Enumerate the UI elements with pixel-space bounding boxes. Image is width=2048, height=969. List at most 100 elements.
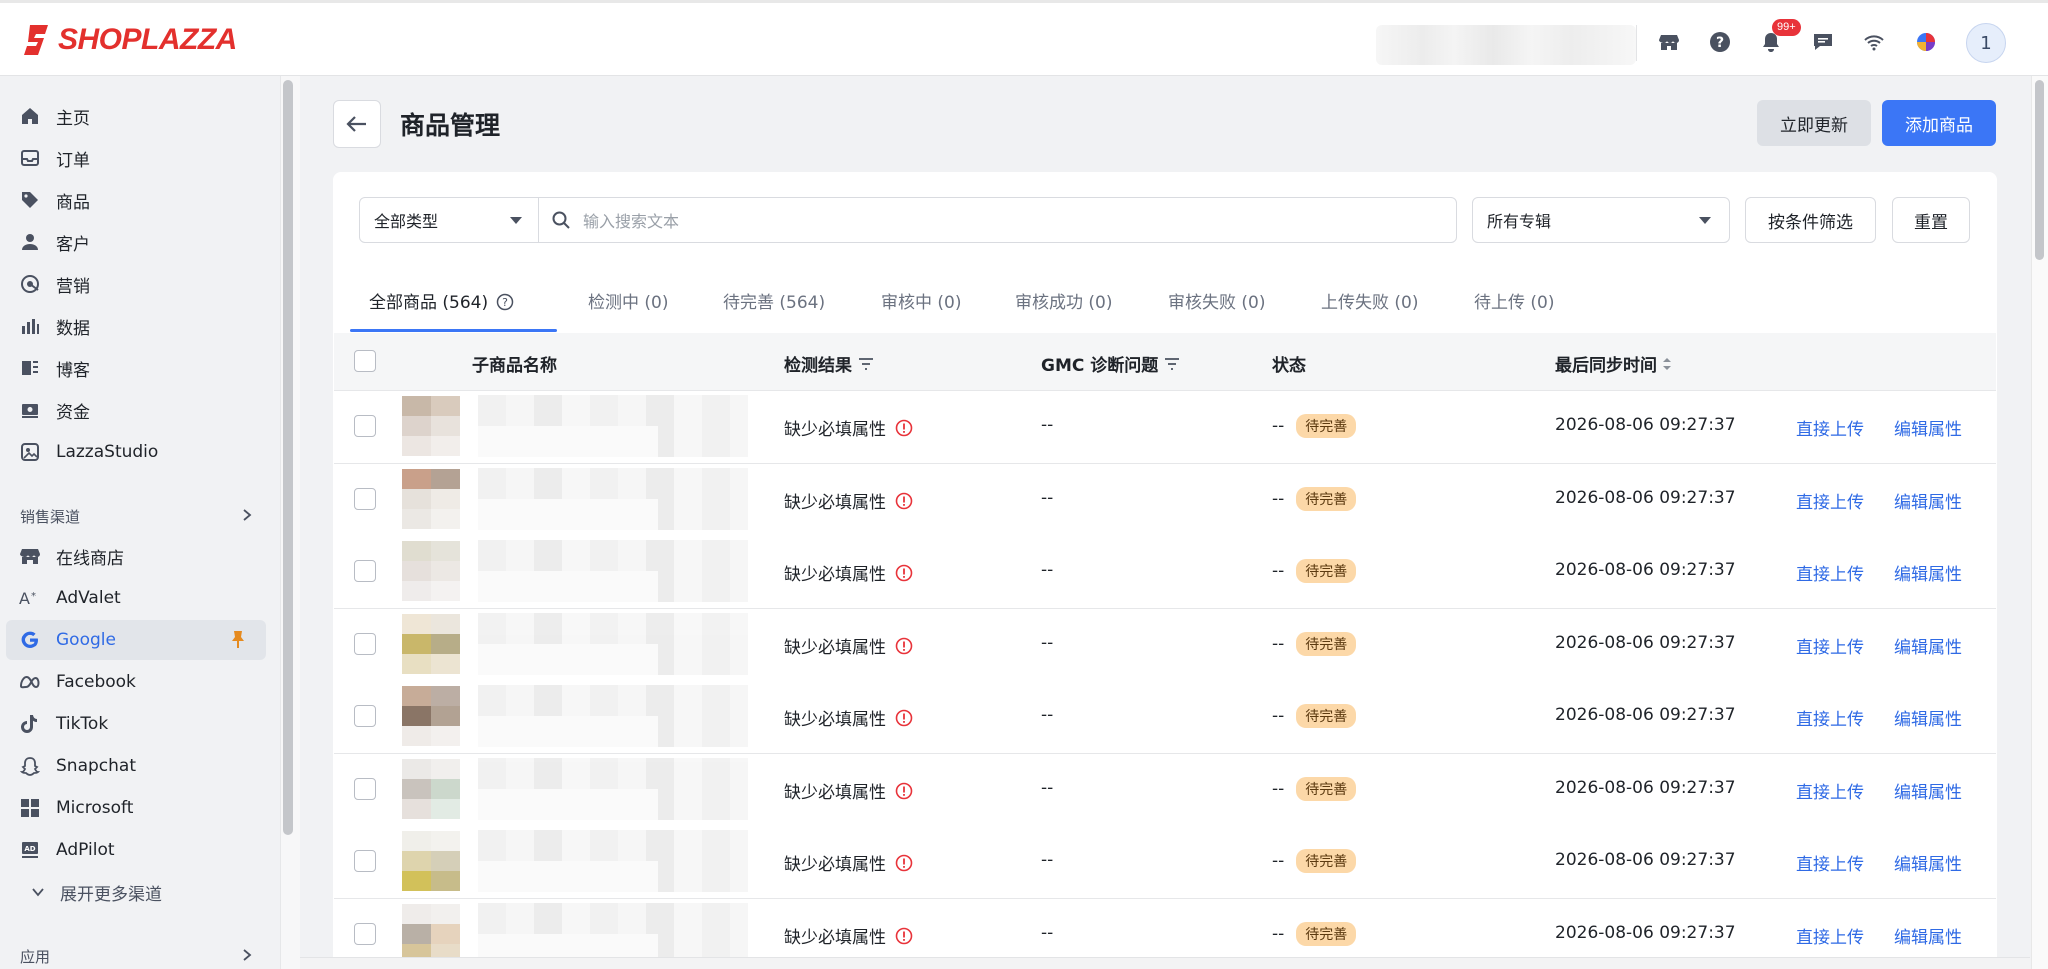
column-synced-header[interactable]: 最后同步时间: [1555, 351, 1672, 376]
info-warning-icon[interactable]: [895, 637, 913, 655]
edit-attributes-link[interactable]: 编辑属性: [1894, 705, 1962, 730]
pin-icon[interactable]: [230, 630, 246, 654]
top-bar: SHOPLAZZA ? 99+ 1: [0, 0, 2048, 76]
chat-icon[interactable]: [1809, 28, 1837, 56]
reset-button[interactable]: 重置: [1892, 197, 1970, 243]
direct-upload-link[interactable]: 直接上传: [1796, 633, 1864, 658]
row-checkbox[interactable]: [354, 560, 376, 582]
row-checkbox[interactable]: [354, 415, 376, 437]
filter-icon[interactable]: [1164, 357, 1180, 370]
sidebar-scrollbar[interactable]: [283, 80, 293, 835]
back-button[interactable]: [333, 100, 381, 148]
edit-attributes-link[interactable]: 编辑属性: [1894, 633, 1962, 658]
store-icon[interactable]: [1655, 28, 1683, 56]
status-cell: -- 待完善: [1272, 559, 1357, 583]
info-warning-icon[interactable]: [895, 854, 913, 872]
help-circle-icon[interactable]: ?: [496, 293, 514, 311]
tab-to-upload[interactable]: 待上传 (0): [1474, 288, 1554, 313]
tab-review-failed[interactable]: 审核失败 (0): [1168, 288, 1265, 313]
status-cell: -- 待完善: [1272, 849, 1357, 873]
sidebar-item-tiktok[interactable]: TikTok: [6, 704, 266, 744]
row-checkbox[interactable]: [354, 778, 376, 800]
row-checkbox[interactable]: [354, 850, 376, 872]
sidebar-item-finance[interactable]: 资金: [6, 390, 266, 430]
sidebar-item-snapchat[interactable]: Snapchat: [6, 746, 266, 786]
row-checkbox[interactable]: [354, 488, 376, 510]
direct-upload-link[interactable]: 直接上传: [1796, 923, 1864, 948]
help-icon[interactable]: ?: [1706, 28, 1734, 56]
search-input[interactable]: 输入搜索文本: [538, 197, 1457, 243]
tab-reviewing[interactable]: 审核中 (0): [881, 288, 961, 313]
tab-review-success[interactable]: 审核成功 (0): [1015, 288, 1112, 313]
sidebar-item-marketing[interactable]: 营销: [6, 264, 266, 304]
sidebar-item-lazzastudio[interactable]: LazzaStudio: [6, 432, 266, 472]
row-checkbox[interactable]: [354, 923, 376, 945]
tab-upload-failed[interactable]: 上传失败 (0): [1321, 288, 1418, 313]
store-switcher[interactable]: [1376, 25, 1636, 65]
chevron-right-icon[interactable]: [240, 948, 254, 962]
wifi-icon[interactable]: [1860, 28, 1888, 56]
column-detect-header[interactable]: 检测结果: [784, 351, 874, 376]
tab-to-complete[interactable]: 待完善 (564): [723, 288, 825, 313]
sidebar-item-products[interactable]: 商品: [6, 180, 266, 220]
expand-more-channels[interactable]: 展开更多渠道: [6, 872, 266, 912]
horizontal-scrollbar[interactable]: [300, 957, 2030, 969]
row-checkbox[interactable]: [354, 633, 376, 655]
sidebar-item-analytics[interactable]: 数据: [6, 306, 266, 346]
chevron-right-icon[interactable]: [240, 508, 254, 522]
sidebar-item-online-store[interactable]: 在线商店: [6, 536, 266, 576]
edit-attributes-link[interactable]: 编辑属性: [1894, 415, 1962, 440]
update-now-button[interactable]: 立即更新: [1757, 100, 1871, 146]
column-gmc-header[interactable]: GMC 诊断问题: [1041, 351, 1180, 376]
avatar[interactable]: 1: [1966, 23, 2006, 63]
status-badge: 待完善: [1296, 487, 1357, 511]
search-icon: [552, 211, 570, 229]
app-switch-icon[interactable]: [1912, 28, 1940, 56]
info-warning-icon[interactable]: [895, 419, 913, 437]
edit-attributes-link[interactable]: 编辑属性: [1894, 560, 1962, 585]
direct-upload-link[interactable]: 直接上传: [1796, 488, 1864, 513]
filter-icon[interactable]: [858, 357, 874, 370]
sidebar-item-orders[interactable]: 订单: [6, 138, 266, 178]
sort-icon[interactable]: [1662, 357, 1672, 371]
product-thumbnail: [402, 904, 460, 964]
row-checkbox[interactable]: [354, 705, 376, 727]
info-warning-icon[interactable]: [895, 782, 913, 800]
tab-all-products[interactable]: 全部商品 (564)?: [369, 288, 514, 313]
sidebar-item-google[interactable]: Google: [6, 620, 266, 660]
sidebar-item-blog[interactable]: 博客: [6, 348, 266, 388]
info-warning-icon[interactable]: [895, 709, 913, 727]
sidebar-item-microsoft[interactable]: Microsoft: [6, 788, 266, 828]
type-select[interactable]: 全部类型: [359, 197, 539, 243]
info-warning-icon[interactable]: [895, 927, 913, 945]
page-scrollbar[interactable]: [2035, 80, 2044, 260]
shoplazza-logo[interactable]: SHOPLAZZA: [22, 23, 237, 57]
collection-select[interactable]: 所有专辑: [1472, 197, 1730, 243]
status-badge: 待完善: [1296, 922, 1357, 946]
sidebar-item-advalet[interactable]: A * AdValet: [6, 578, 266, 618]
direct-upload-link[interactable]: 直接上传: [1796, 560, 1864, 585]
info-warning-icon[interactable]: [895, 564, 913, 582]
edit-attributes-link[interactable]: 编辑属性: [1894, 778, 1962, 803]
sidebar-item-facebook[interactable]: Facebook: [6, 662, 266, 702]
gmc-issue: --: [1041, 923, 1054, 943]
last-synced-time: 2026-08-06 09:27:37: [1555, 560, 1736, 580]
product-thumbnail: [402, 541, 460, 601]
direct-upload-link[interactable]: 直接上传: [1796, 415, 1864, 440]
direct-upload-link[interactable]: 直接上传: [1796, 850, 1864, 875]
page-title: 商品管理: [400, 111, 501, 140]
direct-upload-link[interactable]: 直接上传: [1796, 778, 1864, 803]
info-warning-icon[interactable]: [895, 492, 913, 510]
select-all-checkbox[interactable]: [354, 350, 376, 372]
tab-detecting[interactable]: 检测中 (0): [588, 288, 668, 313]
filter-button[interactable]: 按条件筛选: [1745, 197, 1876, 243]
sidebar-item-adpilot[interactable]: AD AdPilot: [6, 830, 266, 870]
add-product-button[interactable]: 添加商品: [1882, 100, 1996, 146]
edit-attributes-link[interactable]: 编辑属性: [1894, 488, 1962, 513]
edit-attributes-link[interactable]: 编辑属性: [1894, 923, 1962, 948]
sidebar-item-customers[interactable]: 客户: [6, 222, 266, 262]
edit-attributes-link[interactable]: 编辑属性: [1894, 850, 1962, 875]
sidebar-item-home[interactable]: 主页: [6, 96, 266, 136]
arrow-left-icon: [346, 116, 366, 132]
direct-upload-link[interactable]: 直接上传: [1796, 705, 1864, 730]
